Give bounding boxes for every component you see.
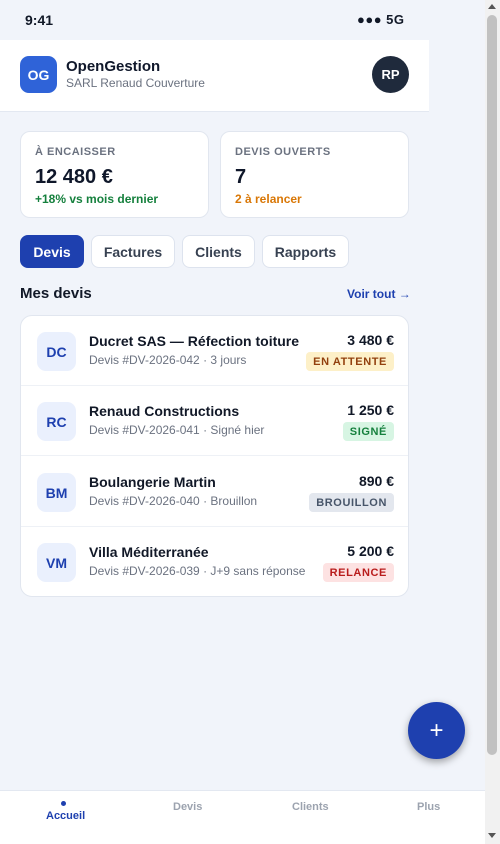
nav-item-devis[interactable]: Devis [173, 801, 202, 813]
app-logo: OG [20, 56, 57, 93]
kpi-value: 12 480 € [35, 166, 113, 188]
company-name: SARL Renaud Couverture [66, 76, 205, 90]
app-header: OG OpenGestion SARL Renaud Couverture RP [0, 40, 429, 112]
status-time: 9:41 [25, 12, 54, 28]
quote-amount: 5 200 € [347, 543, 394, 559]
quote-amount: 1 250 € [347, 402, 394, 418]
client-avatar: BM [37, 473, 76, 512]
nav-item-plus[interactable]: Plus [417, 801, 440, 813]
user-avatar[interactable]: RP [372, 56, 409, 93]
tab-factures[interactable]: Factures [91, 235, 175, 268]
tab-devis[interactable]: Devis [20, 235, 84, 268]
nav-item-accueil[interactable]: Accueil [46, 810, 85, 822]
add-quote-button[interactable]: + [408, 702, 465, 759]
kpi-followup: 2 à relancer [235, 192, 302, 206]
quote-amount: 3 480 € [347, 332, 394, 348]
scroll-down-arrow-icon[interactable] [488, 833, 496, 838]
bottom-navigation: Accueil Devis Clients Plus [0, 790, 485, 844]
signal-indicator: ●●● 5G [357, 12, 405, 27]
status-badge: EN ATTENTE [306, 352, 394, 371]
app-screen: 9:41 ●●● 5G OG OpenGestion SARL Renaud C… [0, 0, 485, 844]
quote-meta: Devis #DV-2026-039 · J+9 sans réponse [89, 564, 306, 578]
tab-clients[interactable]: Clients [182, 235, 255, 268]
quote-list: DC Ducret SAS — Réfection toiture Devis … [20, 315, 409, 597]
quote-title: Villa Méditerranée [89, 544, 209, 560]
scroll-thumb[interactable] [487, 15, 497, 755]
kpi-value: 7 [235, 166, 247, 188]
quote-amount: 890 € [358, 473, 394, 489]
kpi-trend: +18% vs mois dernier [35, 192, 159, 206]
quote-title: Boulangerie Martin [89, 474, 216, 490]
scroll-up-arrow-icon[interactable] [488, 4, 496, 9]
client-avatar: RC [37, 402, 76, 441]
quote-title: Renaud Constructions [89, 403, 240, 419]
see-all-link[interactable]: Voir tout → [347, 287, 411, 301]
plus-icon: + [429, 716, 444, 744]
list-item[interactable]: RC Renaud Constructions Devis #DV-2026-0… [21, 386, 408, 456]
list-item[interactable]: BM Boulangerie Martin Devis #DV-2026-040… [21, 457, 408, 527]
kpi-card-to-collect[interactable]: À ENCAISSER 12 480 € +18% vs mois dernie… [20, 131, 209, 218]
quote-meta: Devis #DV-2026-040 · Brouillon [89, 494, 258, 508]
status-badge: BROUILLON [309, 493, 394, 512]
app-name: OpenGestion [66, 58, 161, 75]
status-badge: RELANCE [322, 563, 394, 582]
status-bar: 9:41 ●●● 5G [0, 0, 485, 40]
quote-meta: Devis #DV-2026-041 · Signé hier [89, 423, 265, 437]
kpi-label: DEVIS OUVERTS [235, 146, 331, 158]
list-item[interactable]: VM Villa Méditerranée Devis #DV-2026-039… [21, 527, 408, 596]
nav-item-clients[interactable]: Clients [292, 801, 329, 813]
section-title: Mes devis [20, 285, 92, 302]
quote-title: Ducret SAS — Réfection toiture [89, 333, 300, 349]
client-avatar: VM [37, 543, 76, 582]
kpi-label: À ENCAISSER [35, 146, 116, 158]
list-item[interactable]: DC Ducret SAS — Réfection toiture Devis … [21, 316, 408, 386]
kpi-card-open-quotes[interactable]: DEVIS OUVERTS 7 2 à relancer [220, 131, 409, 218]
tab-rapports[interactable]: Rapports [262, 235, 349, 268]
client-avatar: DC [37, 332, 76, 371]
quote-meta: Devis #DV-2026-042 · 3 jours [89, 353, 247, 367]
status-badge: SIGNÉ [342, 422, 394, 441]
scrollbar[interactable] [485, 0, 500, 844]
active-indicator-dot [61, 801, 66, 806]
